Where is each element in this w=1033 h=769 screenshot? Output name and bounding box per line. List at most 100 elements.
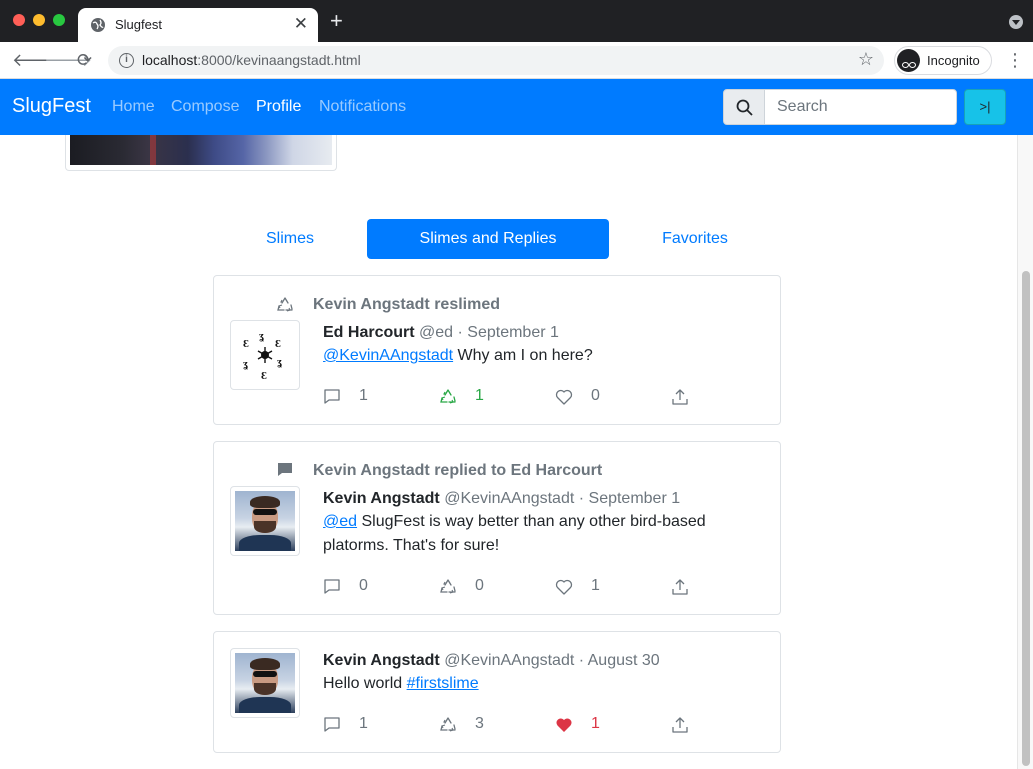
tab-favorites[interactable]: Favorites [640,219,750,259]
reslime-icon [440,717,456,732]
browser-toolbar: 🡐 🡒 ⟳ i localhost:8000/kevinaangstadt.ht… [0,42,1033,79]
mention-link[interactable]: @ed [323,513,357,530]
globe-icon [91,18,105,32]
reslime-button[interactable]: 3 [439,715,489,735]
profile-photo [70,135,332,165]
heart-icon [555,579,573,595]
avatar[interactable]: ʓƐʓ ƐʓƐ [230,320,300,390]
favorite-button[interactable]: 1 [555,715,605,735]
reslime-button[interactable]: 1 [439,387,489,407]
slime-author: Kevin Angstadt @KevinAAngstadt · Septemb… [323,490,680,508]
reslime-count: 3 [475,715,484,732]
slime-context: Kevin Angstadt reslimed [313,296,501,313]
svg-text:Ɛ: Ɛ [261,370,267,382]
close-window-button[interactable] [13,14,25,26]
slime-context: Kevin Angstadt replied to Ed Harcourt [313,462,603,479]
avatar[interactable] [230,648,300,718]
incognito-badge[interactable]: Incognito [894,46,992,75]
slime-card: Kevin Angstadt replied to Ed Harcourt Ke… [213,441,781,615]
address-bar[interactable]: i localhost:8000/kevinaangstadt.html ☆ [108,46,884,75]
app-navbar: SlugFest Home Compose Profile Notificati… [0,79,1033,135]
brand-link[interactable]: SlugFest [12,95,91,118]
slugfest-logo-avatar: ʓƐʓ ƐʓƐ [243,330,282,382]
tab-slimes[interactable]: Slimes [236,219,344,259]
profile-photo-card [65,135,337,171]
kevin-avatar-photo [235,491,295,551]
search-group [723,89,958,125]
reply-button[interactable]: 1 [323,387,373,407]
reply-icon [324,717,340,732]
author-meta: @KevinAAngstadt · August 30 [444,652,660,669]
reply-count: 0 [359,577,368,594]
slime-body: Hello world #firstslime [323,675,479,692]
browser-tabbar: Slugfest ✕ + [0,0,1033,42]
reslime-icon [440,579,456,594]
share-icon [672,717,688,733]
share-button[interactable] [671,715,691,735]
reply-icon [324,389,340,404]
author-name[interactable]: Kevin Angstadt [323,490,440,507]
share-icon [672,389,688,405]
browser-menu-icon[interactable]: ⋮ [1006,51,1024,69]
reload-icon[interactable]: ⟳ [77,48,92,72]
favorite-count: 0 [591,387,600,404]
favorite-button[interactable]: 0 [555,387,605,407]
tab-slimes-and-replies[interactable]: Slimes and Replies [367,219,609,259]
reply-button[interactable]: 0 [323,577,373,597]
page-scrollbar[interactable] [1017,135,1033,769]
minimize-window-button[interactable] [33,14,45,26]
svg-text:Ɛ: Ɛ [275,338,281,350]
new-tab-icon[interactable]: + [330,10,343,32]
tab-search-icon[interactable] [1009,15,1023,29]
close-tab-icon[interactable]: ✕ [294,14,308,34]
maximize-window-button[interactable] [53,14,65,26]
avatar[interactable] [230,486,300,556]
author-meta: @KevinAAngstadt · September 1 [444,490,681,507]
reslime-button[interactable]: 0 [439,577,489,597]
incognito-label: Incognito [927,53,980,68]
bookmark-star-icon[interactable]: ☆ [858,49,874,70]
nav-notifications[interactable]: Notifications [319,98,406,116]
heart-filled-icon [556,718,572,732]
reply-count: 1 [359,387,368,404]
site-info-icon[interactable]: i [119,53,134,68]
author-name[interactable]: Ed Harcourt [323,324,415,341]
incognito-icon [897,49,920,72]
reply-count: 1 [359,715,368,732]
kevin-avatar-photo [235,653,295,713]
slime-author: Kevin Angstadt @KevinAAngstadt · August … [323,652,660,670]
search-icon [723,89,765,125]
reply-button[interactable]: 1 [323,715,373,735]
nav-compose[interactable]: Compose [171,98,239,116]
reslime-count: 0 [475,577,484,594]
slime-body: @KevinAAngstadt Why am I on here? [323,347,593,364]
svg-text:ʓ: ʓ [259,330,264,342]
nav-home[interactable]: Home [112,98,155,116]
svg-text:ʓ: ʓ [243,358,248,370]
slime-card: Kevin Angstadt reslimed ʓƐʓ ƐʓƐ Ed Harco… [213,275,781,425]
share-button[interactable] [671,577,691,597]
nav-profile[interactable]: Profile [256,98,301,116]
author-name[interactable]: Kevin Angstadt [323,652,440,669]
search-input[interactable] [764,89,957,125]
mention-link[interactable]: @KevinAAngstadt [323,347,453,364]
reslime-icon [277,297,293,312]
search-submit-button[interactable]: >| [964,89,1006,125]
favorite-count: 1 [591,715,600,732]
url-text: localhost:8000/kevinaangstadt.html [142,52,361,68]
reply-icon [278,463,292,476]
svg-text:Ɛ: Ɛ [243,338,249,350]
reply-icon [324,579,340,594]
favorite-count: 1 [591,577,600,594]
share-icon [672,579,688,595]
favorite-button[interactable]: 1 [555,577,605,597]
share-button[interactable] [671,387,691,407]
scrollbar-thumb[interactable] [1022,271,1030,766]
hashtag-link[interactable]: #firstslime [407,675,479,692]
reslime-count: 1 [475,387,484,404]
slime-card: Kevin Angstadt @KevinAAngstadt · August … [213,631,781,753]
slime-author: Ed Harcourt @ed · September 1 [323,324,559,342]
browser-tab[interactable]: Slugfest ✕ [78,8,318,42]
slime-body: @ed SlugFest is way better than any othe… [323,513,706,554]
reslime-icon [440,389,456,404]
